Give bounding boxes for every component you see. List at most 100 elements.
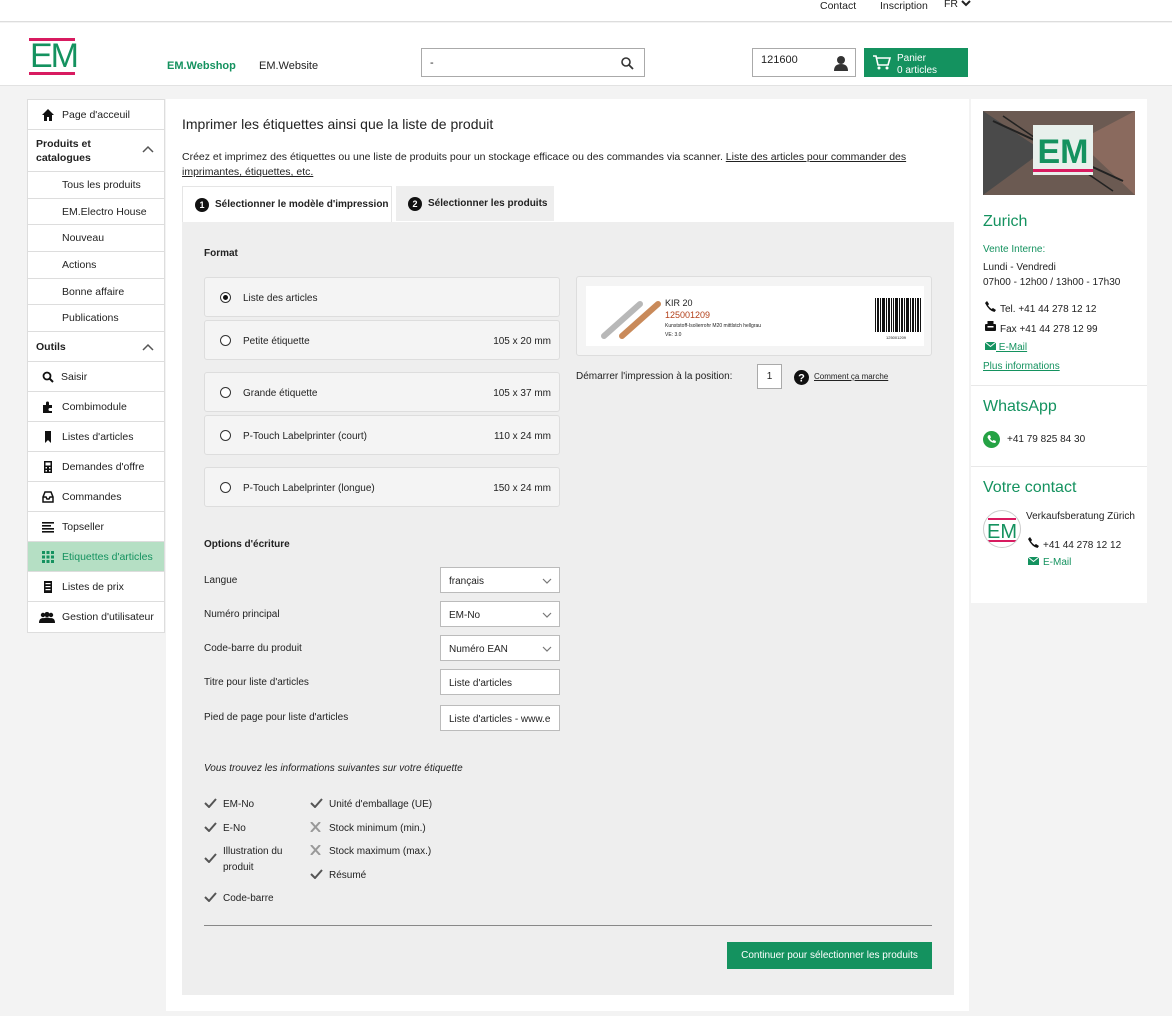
email-link[interactable]: E-Mail	[984, 341, 1027, 353]
logo[interactable]: EM	[29, 38, 79, 75]
tab-select-products[interactable]: 2 Sélectionner les produits	[396, 186, 554, 221]
info-label: EM-No	[223, 799, 255, 810]
howto-link[interactable]: Comment ça marche	[814, 372, 888, 381]
top-bar: Contact Inscription FR	[0, 0, 1172, 22]
sidebar-item-label: Publications	[62, 312, 119, 325]
sidebar-item-price-lists[interactable]: Listes de prix	[28, 572, 164, 603]
sidebar-group-tools[interactable]: Outils	[28, 332, 164, 363]
sidebar-group-products[interactable]: Produits et catalogues	[28, 130, 164, 172]
info-label: Illustration du produit	[223, 846, 283, 873]
register-link[interactable]: Inscription	[880, 0, 928, 12]
tab-select-template[interactable]: 1 Sélectionner le modèle d'impression	[182, 186, 392, 222]
format-option-list[interactable]: Liste des articles	[204, 277, 560, 317]
preview-packaging: VE: 3.0	[665, 332, 682, 338]
sidebar-item-all-products[interactable]: Tous les produits	[28, 172, 164, 199]
cart-label: Panier	[897, 53, 926, 64]
calculator-icon	[44, 461, 52, 474]
radio-button[interactable]	[220, 292, 231, 303]
options-title: Options d'écriture	[204, 539, 290, 550]
chevron-down-icon	[542, 646, 552, 652]
sidebar-item-label: Bonne affaire	[62, 285, 125, 298]
cart-button[interactable]: Panier 0 articles	[864, 48, 968, 77]
more-info-link[interactable]: Plus informations	[983, 361, 1060, 372]
language-selector[interactable]: FR	[944, 0, 971, 10]
sidebar-item-label: Commandes	[62, 490, 122, 503]
format-name: P-Touch Labelprinter (longue)	[243, 483, 375, 494]
list-footer-input[interactable]: Liste d'articles - www.e	[440, 705, 560, 731]
svg-text:EM: EM	[1038, 133, 1089, 171]
sidebar-item-topseller[interactable]: Topseller	[28, 512, 164, 543]
preview-article-code: KIR 20	[665, 298, 693, 308]
sidebar-item-new[interactable]: Nouveau	[28, 225, 164, 253]
format-option-small-label[interactable]: Petite étiquette 105 x 20 mm	[204, 320, 560, 360]
main-number-select[interactable]: EM-No	[440, 601, 560, 627]
chevron-up-icon[interactable]	[142, 343, 154, 351]
sidebar-item-actions[interactable]: Actions	[28, 252, 164, 279]
language-select[interactable]: français	[440, 567, 560, 593]
contact-email-link[interactable]: E-Mail	[1027, 556, 1071, 568]
sidebar-item-user-management[interactable]: Gestion d'utilisateur	[28, 602, 164, 632]
label-preview: KIR 20 125001209 Kunststoff-Isolierrohr …	[576, 276, 932, 356]
sidebar-item-label: Demandes d'offre	[62, 460, 145, 473]
phone-icon	[1028, 537, 1039, 548]
radio-button[interactable]	[220, 482, 231, 493]
nav-webshop[interactable]: EM.Webshop	[167, 60, 236, 72]
format-name: P-Touch Labelprinter (court)	[243, 431, 367, 442]
sidebar-item-orders[interactable]: Commandes	[28, 482, 164, 513]
start-position-input[interactable]: 1	[757, 364, 782, 389]
format-option-ptouch-long[interactable]: P-Touch Labelprinter (longue) 150 x 24 m…	[204, 467, 560, 507]
format-name: Grande étiquette	[243, 388, 318, 399]
step-number: 2	[408, 196, 422, 211]
radio-button[interactable]	[220, 335, 231, 346]
format-option-ptouch-short[interactable]: P-Touch Labelprinter (court) 110 x 24 mm	[204, 415, 560, 455]
search-icon[interactable]	[621, 57, 634, 70]
grid-icon	[42, 551, 54, 564]
sidebar-item-home[interactable]: Page d'acceuil	[28, 100, 164, 130]
main-number-label: Numéro principal	[204, 609, 280, 620]
nav-website[interactable]: EM.Website	[259, 60, 318, 72]
radio-button[interactable]	[220, 387, 231, 398]
home-icon	[42, 109, 54, 121]
barcode-label: Code-barre du produit	[204, 643, 302, 654]
sidebar-item-quote-requests[interactable]: Demandes d'offre	[28, 452, 164, 483]
contact-link[interactable]: Contact	[820, 0, 856, 12]
sidebar-item-label: Listes d'articles	[62, 430, 134, 443]
phone-number[interactable]: Tel. +41 44 278 12 12	[1000, 304, 1096, 315]
contact-phone[interactable]: +41 44 278 12 12	[1043, 540, 1121, 551]
format-name: Petite étiquette	[243, 336, 310, 347]
continue-button[interactable]: Continuer pour sélectionner les produits	[727, 942, 932, 969]
format-option-large-label[interactable]: Grande étiquette 105 x 37 mm	[204, 372, 560, 412]
check-icon	[204, 892, 217, 902]
barcode-select[interactable]: Numéro EAN	[440, 635, 560, 661]
sidebar-item-label: Nouveau	[62, 232, 105, 245]
radio-button[interactable]	[220, 430, 231, 441]
help-icon[interactable]: ?	[794, 370, 809, 385]
info-label: Stock minimum (min.)	[329, 823, 426, 834]
chevron-up-icon[interactable]	[142, 145, 154, 153]
sidebar-item-electro-house[interactable]: EM.Electro House	[28, 199, 164, 226]
select-value: Numéro EAN	[449, 644, 508, 655]
sidebar-item-article-lists[interactable]: Listes d'articles	[28, 422, 164, 453]
opening-days: Lundi - Vendredi	[983, 262, 1056, 273]
search-input[interactable]: -	[421, 48, 645, 77]
whatsapp-icon[interactable]	[983, 431, 1000, 448]
sidebar-item-label: Combimodule	[62, 400, 127, 413]
language-label: Langue	[204, 575, 238, 586]
sidebar-item-combimodule[interactable]: Combimodule	[28, 392, 164, 423]
sidebar-item-article-labels[interactable]: Etiquettes d'articles	[28, 542, 164, 573]
account-field[interactable]: 121600	[752, 48, 856, 77]
whatsapp-number[interactable]: +41 79 825 84 30	[1007, 434, 1085, 445]
sidebar-item-publications[interactable]: Publications	[28, 305, 164, 333]
mail-icon	[1027, 556, 1040, 565]
sidebar-item-bargain[interactable]: Bonne affaire	[28, 279, 164, 306]
page-title: Imprimer les étiquettes ainsi que la lis…	[182, 116, 494, 132]
sidebar-item-label: Actions	[62, 258, 97, 271]
sidebar-item-label: Page d'acceuil	[62, 108, 130, 121]
sidebar-item-label: Gestion d'utilisateur	[62, 611, 154, 624]
inbox-icon	[42, 491, 54, 503]
info-label: Unité d'emballage (UE)	[329, 799, 433, 810]
user-icon[interactable]	[834, 55, 848, 71]
sidebar-item-enter[interactable]: Saisir	[28, 362, 164, 393]
list-title-input[interactable]: Liste d'articles	[440, 669, 560, 695]
fax-number: Fax +41 44 278 12 99	[1000, 324, 1098, 335]
